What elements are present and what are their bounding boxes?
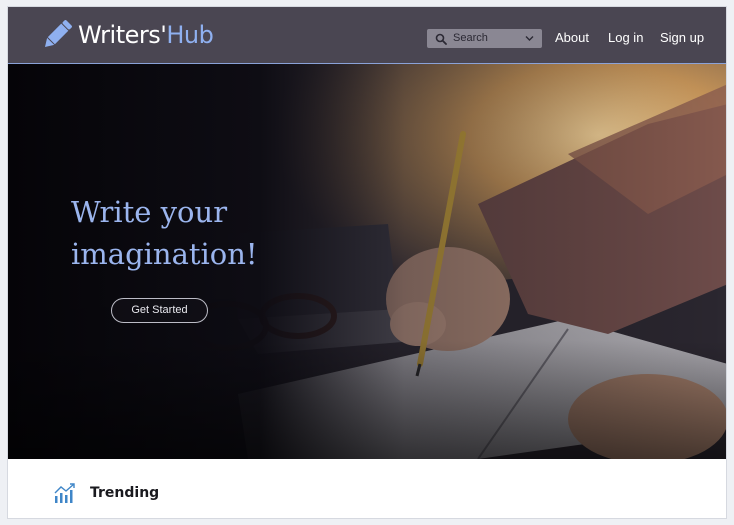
chevron-down-icon [525,36,534,41]
search-dropdown[interactable]: Search [427,29,542,48]
trending-section: Trending [8,459,726,518]
brand-name-part1: Writers' [78,21,167,49]
brand-logo[interactable]: Writers'Hub [38,16,214,54]
search-icon [435,33,447,45]
nav-login-link[interactable]: Log in [608,30,643,46]
nav-about-link[interactable]: About [555,30,589,46]
get-started-button[interactable]: Get Started [111,298,208,323]
nav-signup-link[interactable]: Sign up [660,30,704,46]
page-frame: Writers'Hub Search About Log in Sign up [7,6,727,519]
brand-name-part2: Hub [166,21,214,49]
trending-chart-icon [54,483,75,503]
hero-banner: Write your imagination! Get Started [8,64,726,459]
trending-heading: Trending [90,485,160,501]
pencil-icon [44,20,72,48]
hero-title-line2: imagination! [71,237,258,271]
brand-name: Writers'Hub [78,16,214,54]
search-label: Search [453,32,488,44]
hero-title: Write your imagination! [71,191,331,275]
top-header: Writers'Hub Search About Log in Sign up [8,7,726,64]
hero-title-line1: Write your [71,195,228,229]
